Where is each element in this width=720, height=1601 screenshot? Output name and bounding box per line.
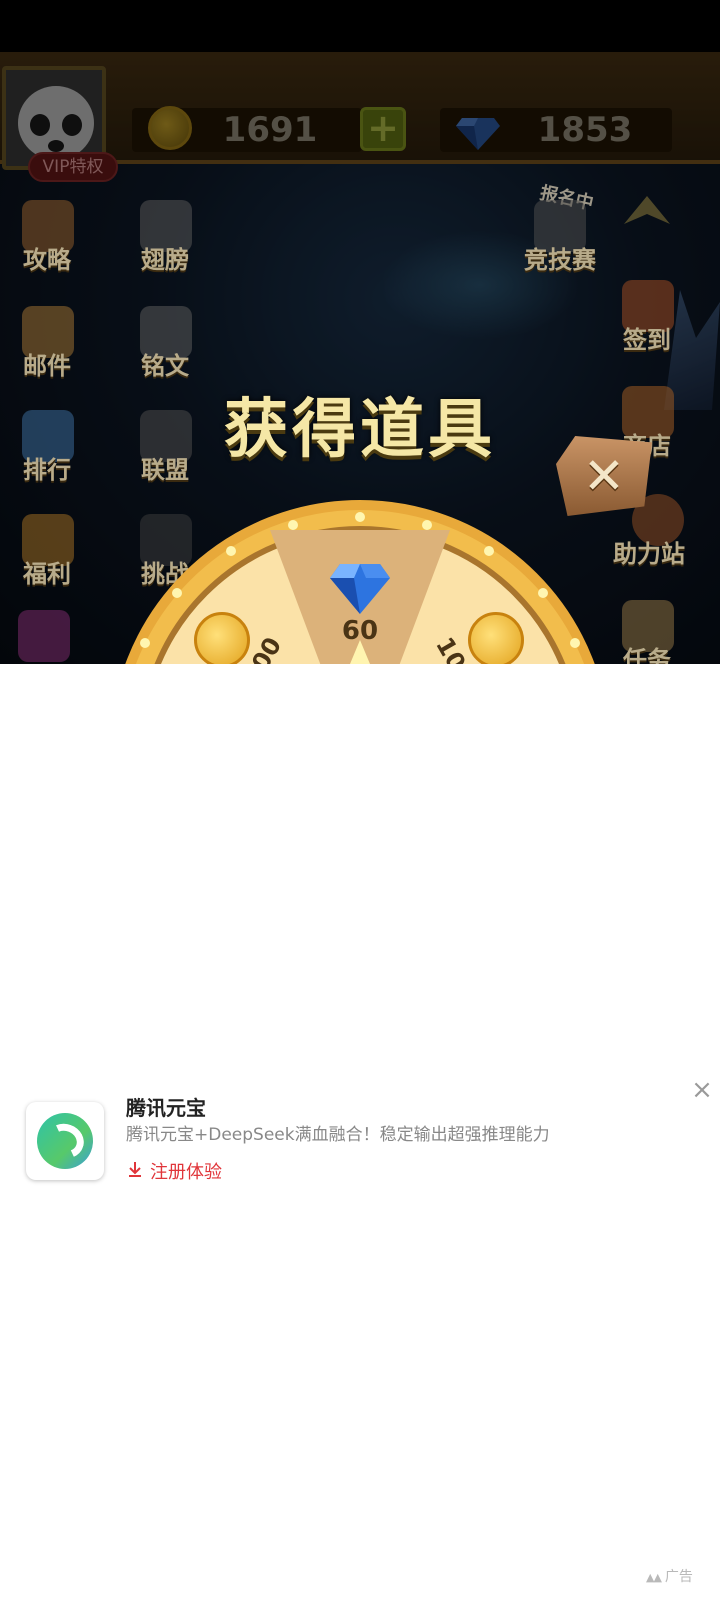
menu-label: 攻略 xyxy=(23,246,71,274)
ad-app-name[interactable]: 腾讯元宝 xyxy=(126,1092,206,1121)
menu-label: 签到 xyxy=(623,326,671,354)
menu-label: 邮件 xyxy=(23,352,71,380)
wheel-light xyxy=(570,638,580,648)
menu-arena[interactable]: 竞技赛 xyxy=(510,200,610,296)
menu-label: 福利 xyxy=(23,560,71,588)
ad-label: ▲▲ 广告 xyxy=(646,1566,693,1586)
game-screen: VIP特权 1691 + 1853 攻略 邮件 排行 福利 翅膀 铭文 联盟 挑… xyxy=(0,0,720,664)
ad-tag-text: 广告 xyxy=(664,1569,693,1585)
menu-welfare[interactable]: 福利 xyxy=(2,514,92,610)
ad-close-button[interactable]: × xyxy=(690,1077,714,1103)
wheel-light xyxy=(484,546,494,556)
menu-guide[interactable]: 攻略 xyxy=(2,200,92,296)
app-logo[interactable] xyxy=(26,1102,104,1180)
wheel-light xyxy=(288,520,298,530)
menu-label: 助力站 xyxy=(613,540,685,568)
register-button[interactable]: 注册体验 xyxy=(126,1158,222,1184)
chevron-up-icon xyxy=(624,196,670,224)
menu-checkin[interactable]: 签到 xyxy=(602,280,692,376)
menu-collapse[interactable] xyxy=(618,196,678,246)
menu-label: 铭文 xyxy=(141,352,189,380)
menu-label: 任务 xyxy=(623,646,671,664)
coin-prize-icon xyxy=(468,612,524,664)
status-bar xyxy=(0,0,720,52)
close-icon: ✕ xyxy=(583,447,625,505)
wheel-light xyxy=(355,512,365,522)
register-label: 注册体验 xyxy=(150,1162,222,1183)
menu-gift-box[interactable] xyxy=(0,610,88,664)
wheel-light xyxy=(422,520,432,530)
coin-prize-icon xyxy=(194,612,250,664)
menu-label: 翅膀 xyxy=(141,246,189,274)
wheel-light xyxy=(538,588,548,598)
download-arrow-icon xyxy=(129,1162,141,1177)
menu-task[interactable]: 任务 xyxy=(602,600,692,664)
diamond-prize-icon xyxy=(330,564,390,614)
wheel-light xyxy=(226,546,236,556)
gift-box-icon xyxy=(18,610,70,662)
wheel-light xyxy=(140,638,150,648)
menu-label: 竞技赛 xyxy=(524,246,596,274)
menu-wings[interactable]: 翅膀 xyxy=(120,200,210,296)
ad-description[interactable]: 腾讯元宝+DeepSeek满血融合！稳定输出超强推理能力 xyxy=(126,1120,550,1145)
wheel-light xyxy=(172,588,182,598)
ad-brand-mark-icon: ▲▲ xyxy=(646,1571,662,1584)
